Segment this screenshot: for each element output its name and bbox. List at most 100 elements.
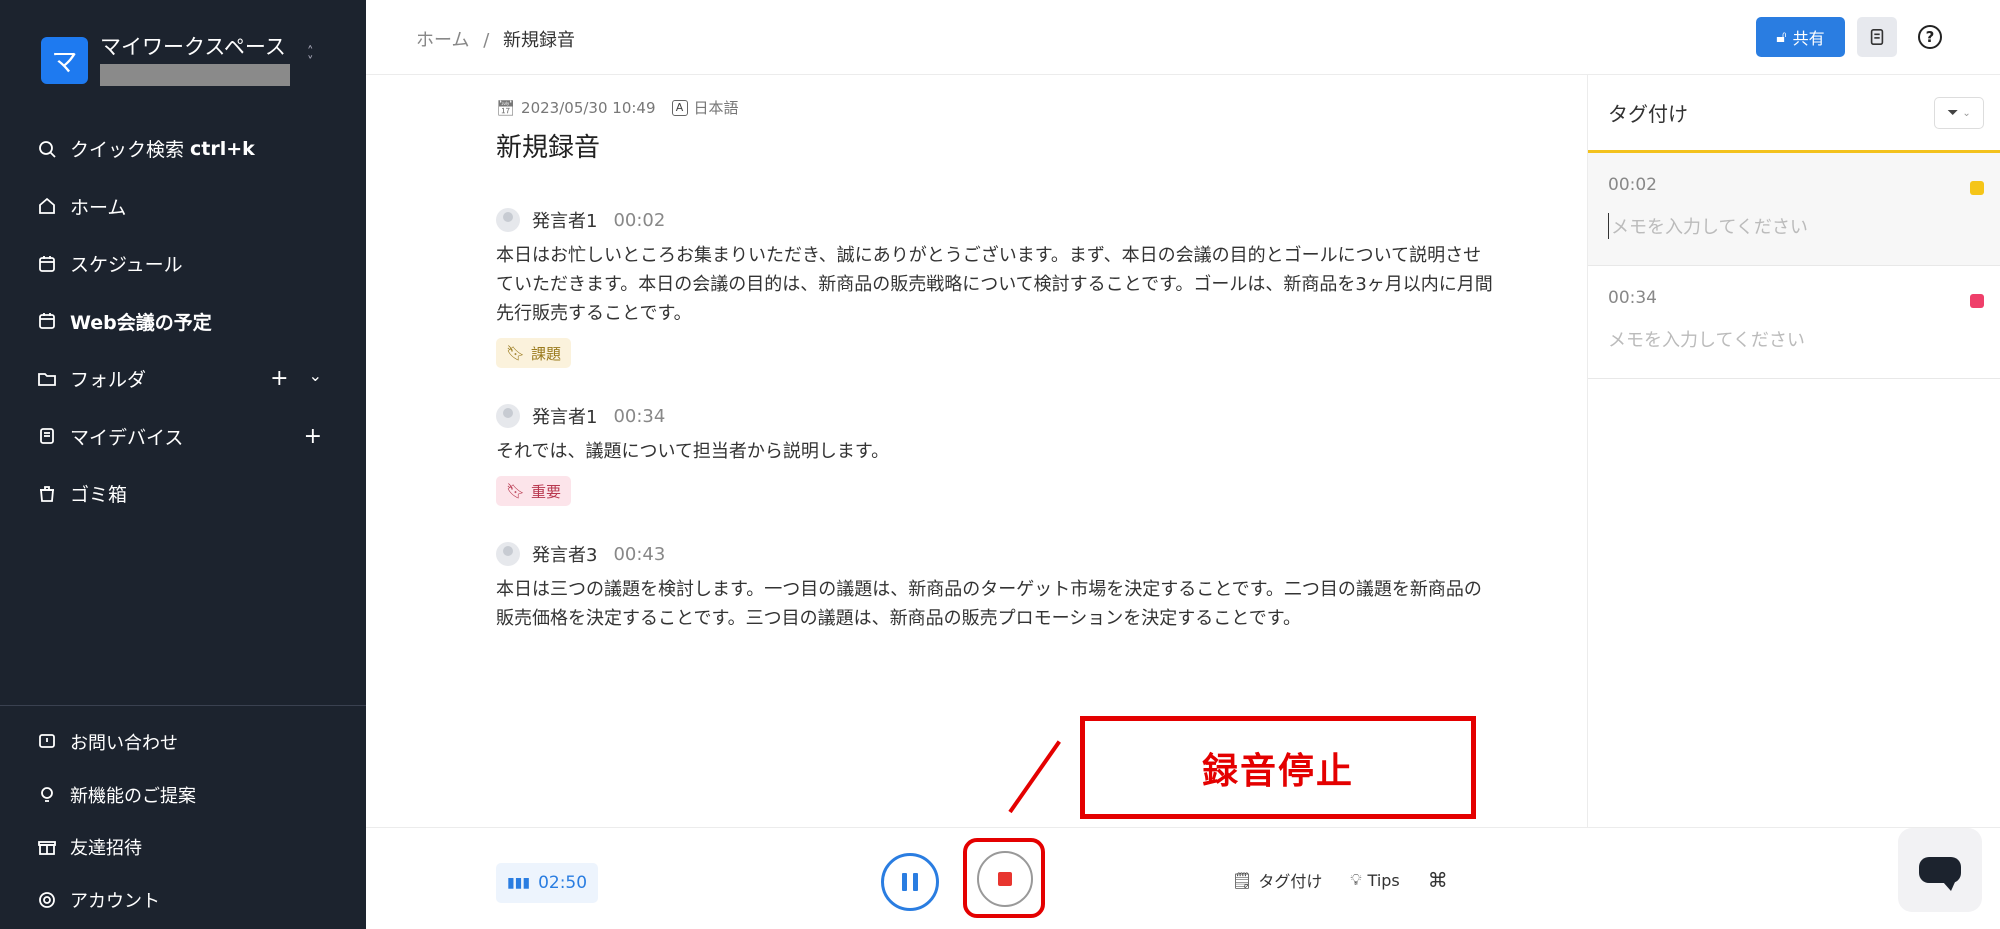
recording-title[interactable]: 新規録音 (496, 127, 600, 164)
recording-meta: 📅︎ 2023/05/30 10:49 A 日本語 (496, 97, 739, 118)
avatar (496, 208, 520, 232)
stop-button[interactable] (977, 851, 1033, 907)
tag-card-time[interactable]: 00:34 (1608, 288, 1980, 308)
trash-icon (36, 483, 58, 505)
sidebar-item-home[interactable]: ホーム (0, 178, 366, 236)
sidebar-item-folder[interactable]: フォルダ + ⌄ (0, 350, 366, 408)
memo-input[interactable]: メモを入力してください (1608, 326, 1980, 352)
lightbulb-icon (36, 784, 58, 806)
top-bar: ホーム / 新規録音 🔓︎ 共有 ? (366, 0, 2000, 75)
help-button[interactable]: ? (1918, 25, 1942, 49)
tag-card[interactable]: 00:34 メモを入力してください (1588, 266, 2000, 379)
waveform-icon: ▮▮▮ (506, 875, 531, 891)
elapsed-time: 02:50 (538, 873, 588, 893)
breadcrumb-home[interactable]: ホーム (416, 30, 469, 51)
shortcuts-button[interactable]: ⌘ (1428, 868, 1448, 892)
transcript-segment: 発言者1 00:34 それでは、議題について担当者から説明します。 🔖︎ 重要 (496, 401, 1496, 506)
workspace-redacted-info (100, 64, 290, 86)
player-tools: 🗒︎ タグ付け 💡︎ Tips ⌘ (1232, 868, 1448, 892)
chevron-up-down-icon[interactable]: ˄ ˅ (307, 46, 314, 69)
segment-text[interactable]: 本日はお忙しいところお集まりいただき、誠にありがとうございます。まず、本日の会議… (496, 241, 1496, 328)
chevron-down-icon[interactable]: ⌄ (309, 366, 322, 391)
pause-button[interactable] (881, 853, 939, 911)
language-icon: A (671, 99, 688, 116)
sidebar-item-label: お問い合わせ (70, 733, 178, 755)
tag-card[interactable]: 00:02 メモを入力してください (1588, 153, 2000, 266)
add-device-icon[interactable]: + (304, 424, 322, 449)
tag-label: 課題 (531, 344, 562, 363)
chat-icon (1919, 857, 1961, 891)
tag-badge[interactable]: 🔖︎ 重要 (496, 476, 572, 506)
home-icon (36, 195, 58, 217)
sidebar: マ マイワークスペース ˄ ˅ クイック検索 ctrl+k ホーム スケジュール … (0, 0, 366, 929)
chat-widget-button[interactable] (1898, 828, 1982, 912)
segment-time[interactable]: 00:43 (613, 544, 665, 565)
chevron-down-icon: ⌄ (1962, 107, 1971, 119)
filter-button[interactable]: ⏷ ⌄ (1934, 97, 1984, 129)
segment-time[interactable]: 00:34 (613, 406, 665, 427)
tag-label: 重要 (531, 482, 562, 501)
sidebar-item-label: Web会議の予定 (70, 311, 212, 334)
breadcrumb-separator: / (483, 30, 490, 51)
add-tag-label: タグ付け (1258, 872, 1323, 891)
transcript-area: 📅︎ 2023/05/30 10:49 A 日本語 新規録音 発言者1 00:0… (366, 75, 1587, 827)
search-icon (36, 138, 58, 160)
workspace-name: マイワークスペース (100, 35, 286, 59)
sidebar-item-schedule[interactable]: スケジュール (0, 235, 366, 293)
command-icon: ⌘ (1427, 868, 1448, 892)
segment-text[interactable]: それでは、議題について担当者から説明します。 (496, 437, 1496, 466)
sidebar-nav: クイック検索 ctrl+k ホーム スケジュール Web会議の予定 フォルダ +… (0, 120, 366, 523)
add-folder-icon[interactable]: + (270, 366, 288, 391)
sidebar-item-label: ホーム (70, 196, 127, 219)
sidebar-item-account[interactable]: アカウント (0, 874, 366, 927)
sidebar-item-invite[interactable]: 友達招待 (0, 821, 366, 874)
pause-icon (902, 873, 907, 891)
share-button[interactable]: 🔓︎ 共有 (1756, 17, 1845, 57)
bookmark-icon: 🔖︎ (506, 344, 526, 362)
sidebar-item-label: ゴミ箱 (70, 484, 128, 507)
message-alert-icon (36, 731, 58, 753)
sidebar-item-label: 新機能のご提案 (70, 785, 196, 807)
recording-datetime: 2023/05/30 10:49 (521, 98, 656, 117)
calendar-icon (36, 253, 58, 275)
sidebar-item-quick-search[interactable]: クイック検索 ctrl+k (0, 120, 366, 178)
sidebar-item-label: 友達招待 (70, 838, 142, 860)
elapsed-timer: ▮▮▮ 02:50 (496, 863, 598, 903)
tips-button[interactable]: 💡︎ Tips (1350, 870, 1399, 890)
recording-language[interactable]: 日本語 (694, 97, 739, 118)
player-bar: ▮▮▮ 02:50 🗒︎ タグ付け 💡︎ Tips ⌘ (366, 827, 2000, 929)
segment-time[interactable]: 00:02 (613, 210, 665, 231)
speaker-name[interactable]: 発言者3 (532, 541, 597, 567)
gift-icon (36, 836, 58, 858)
workspace-switcher[interactable]: マ マイワークスペース (41, 34, 290, 86)
tag-color-swatch (1970, 181, 1984, 195)
memo-input[interactable]: メモを入力してください (1608, 213, 1980, 239)
tag-badge[interactable]: 🔖︎ 課題 (496, 338, 572, 368)
sidebar-item-trash[interactable]: ゴミ箱 (0, 465, 366, 523)
lightbulb-icon: 💡︎ (1350, 870, 1362, 889)
avatar (496, 542, 520, 566)
workspace-logo: マ (41, 36, 88, 84)
notes-button[interactable] (1857, 17, 1897, 57)
sidebar-item-label: アカウント (70, 890, 160, 912)
gear-icon (36, 889, 58, 911)
tag-panel-header: タグ付け ⏷ ⌄ (1588, 75, 2000, 153)
sidebar-item-contact[interactable]: お問い合わせ (0, 716, 366, 769)
tag-card-time[interactable]: 00:02 (1608, 175, 1980, 195)
segment-text[interactable]: 本日は三つの議題を検討します。一つ目の議題は、新商品のターゲット市場を決定するこ… (496, 575, 1496, 633)
speaker-name[interactable]: 発言者1 (532, 207, 597, 233)
tag-color-swatch (1970, 294, 1984, 308)
tag-panel-title: タグ付け (1608, 102, 1688, 126)
shortcut-hint: ctrl+k (190, 137, 255, 160)
add-tag-button[interactable]: 🗒︎ タグ付け (1232, 868, 1322, 892)
sidebar-footer: お問い合わせ 新機能のご提案 友達招待 アカウント (0, 705, 366, 926)
sidebar-item-label: スケジュール (70, 254, 183, 277)
sidebar-item-web-meeting[interactable]: Web会議の予定 (0, 293, 366, 351)
sidebar-item-my-device[interactable]: マイデバイス + (0, 408, 366, 466)
sidebar-item-feature-request[interactable]: 新機能のご提案 (0, 769, 366, 822)
sidebar-item-label: クイック検索 (70, 139, 185, 162)
tag-panel: タグ付け ⏷ ⌄ 00:02 メモを入力してください 00:34 メモを入力して… (1587, 75, 2000, 827)
speaker-name[interactable]: 発言者1 (532, 403, 597, 429)
sidebar-item-label: フォルダ (70, 369, 147, 392)
tag-add-icon: 🗒︎ (1232, 870, 1253, 890)
